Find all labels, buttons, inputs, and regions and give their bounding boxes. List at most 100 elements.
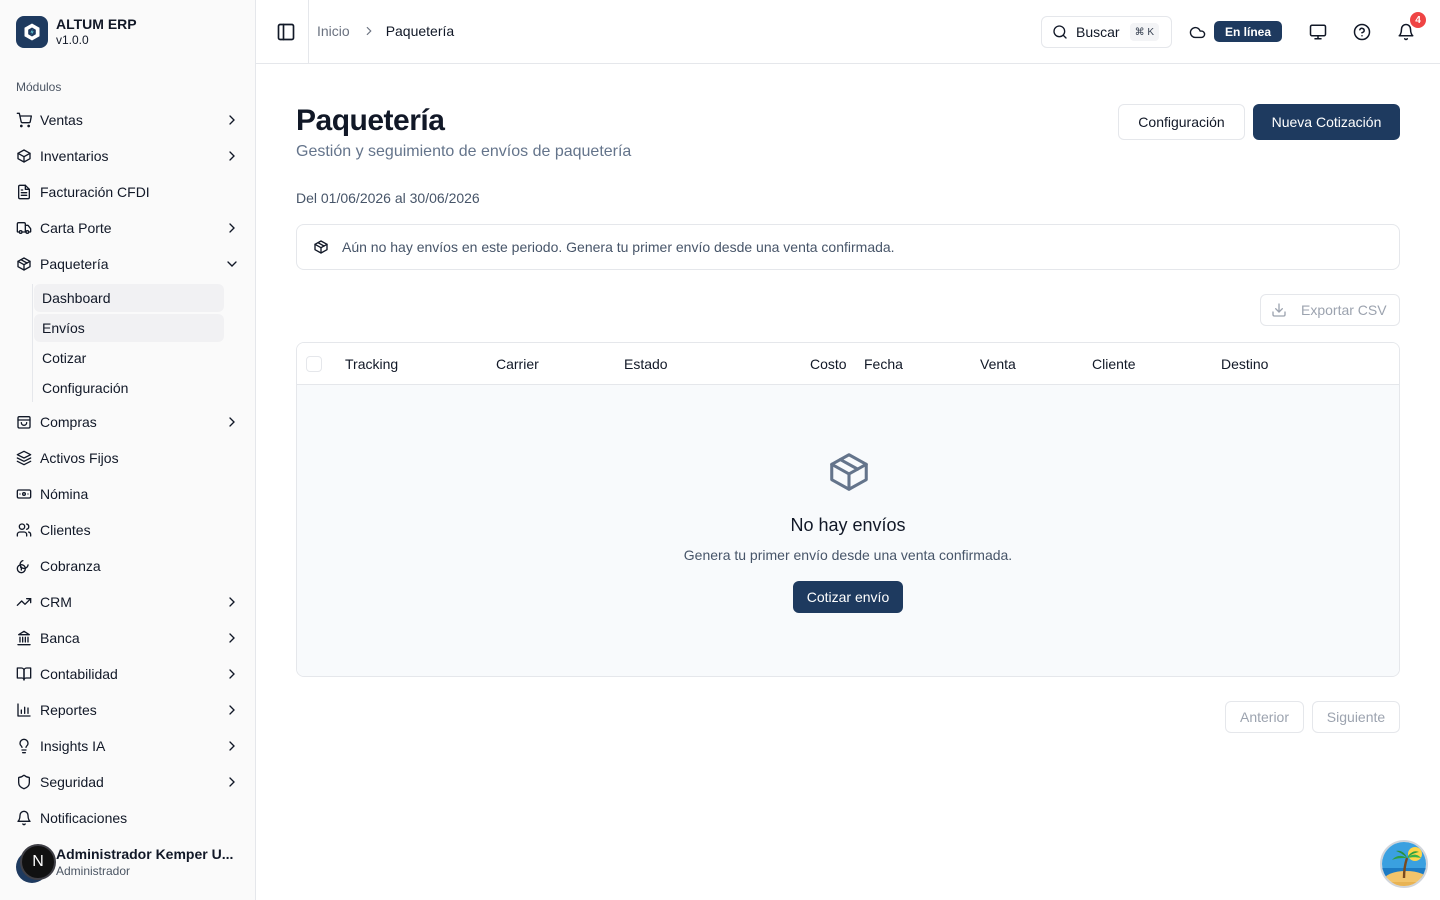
column-header-costo[interactable]: Costo [810, 356, 847, 372]
brand[interactable]: ALTUM ERP v1.0.0 [16, 16, 137, 48]
avatar-initial: N [20, 843, 56, 880]
sidebar-item-compras[interactable]: Compras [8, 404, 248, 440]
user-role: Administrador [56, 864, 131, 878]
column-header-estado[interactable]: Estado [624, 356, 668, 372]
sidebar-item-insights-ia[interactable]: Insights IA [8, 728, 248, 764]
search-shortcut: ⌘ K [1129, 23, 1160, 41]
chevron-right-icon [229, 633, 235, 643]
lightbulb-icon [19, 738, 29, 754]
sidebar-item-label: CRM [40, 594, 72, 610]
chevron-right-icon [229, 777, 235, 787]
column-header-fecha[interactable]: Fecha [864, 356, 903, 372]
modules-section-label: Módulos [16, 80, 62, 94]
package-icon [830, 453, 868, 491]
chevron-right-icon [229, 151, 235, 161]
monitor-icon[interactable] [1309, 23, 1327, 41]
sidebar-item-nomina[interactable]: Nómina [8, 476, 248, 512]
subnav-item-dashboard[interactable]: Dashboard [34, 284, 224, 312]
sidebar-item-notificaciones[interactable]: Notificaciones [8, 800, 248, 836]
sidebar-item-carta-porte[interactable]: Carta Porte [8, 210, 248, 246]
sidebar-item-reportes[interactable]: Reportes [8, 692, 248, 728]
sidebar-item-label: Seguridad [40, 774, 104, 790]
sidebar-item-crm[interactable]: CRM [8, 584, 248, 620]
new-quote-button[interactable]: Nueva Cotización [1253, 104, 1400, 140]
sidebar-item-label: Notificaciones [40, 810, 128, 826]
top-header: Inicio Paquetería Buscar ⌘ K En línea 4 [256, 0, 1440, 64]
next-page-button[interactable]: Siguiente [1312, 701, 1400, 733]
sidebar-item-ventas[interactable]: Ventas [8, 102, 248, 138]
subnav-item-envios[interactable]: Envíos [34, 314, 224, 342]
chevron-right-icon [229, 223, 235, 233]
subnav-item-cotizar[interactable]: Cotizar [34, 344, 224, 372]
previous-page-button[interactable]: Anterior [1225, 701, 1304, 733]
column-header-cliente[interactable]: Cliente [1092, 356, 1136, 372]
sidebar-item-clientes[interactable]: Clientes [8, 512, 248, 548]
sidebar-toggle-icon[interactable] [276, 22, 296, 42]
package-icon [17, 149, 31, 163]
notification-count-badge: 4 [1410, 12, 1426, 28]
sidebar-item-cobranza[interactable]: Cobranza [8, 548, 248, 584]
layers-icon [16, 450, 32, 466]
book-open-icon [16, 667, 32, 681]
column-header-tracking[interactable]: Tracking [345, 356, 398, 372]
column-header-carrier[interactable]: Carrier [496, 356, 539, 372]
sidebar-item-seguridad[interactable]: Seguridad [8, 764, 248, 800]
empty-state-title: No hay envíos [790, 515, 906, 535]
table-header: Tracking Carrier Estado Costo Fecha Vent… [297, 343, 1399, 385]
chevron-down-icon [227, 261, 237, 267]
date-range-label: Del 01/06/2026 al 30/06/2026 [296, 190, 480, 206]
altum-logo-icon [16, 16, 48, 48]
configuration-button[interactable]: Configuración [1118, 104, 1245, 140]
users-icon [16, 523, 32, 537]
alert-text: Aún no hay envíos en este periodo. Gener… [342, 239, 895, 255]
shield-icon [18, 774, 30, 790]
sidebar-item-inventarios[interactable]: Inventarios [8, 138, 248, 174]
sidebar-item-label: Contabilidad [40, 666, 118, 682]
search-icon [1053, 25, 1067, 39]
paqueteria-subnav: Dashboard Envíos Cotizar Configuración [32, 284, 224, 402]
sidebar-item-label: Reportes [40, 702, 97, 718]
file-text-icon [18, 184, 30, 200]
cart-icon [16, 112, 32, 128]
sidebar-item-label: Ventas [40, 112, 83, 128]
sidebar: ALTUM ERP v1.0.0 Módulos Ventas Inventar… [0, 0, 256, 900]
user-menu[interactable]: N Administrador Kemper U... Administrado… [16, 843, 241, 883]
chevron-right-icon [229, 417, 235, 427]
shipments-table: Tracking Carrier Estado Costo Fecha Vent… [296, 342, 1400, 677]
subnav-item-configuracion[interactable]: Configuración [34, 374, 224, 402]
select-all-checkbox[interactable] [306, 356, 322, 372]
sidebar-item-label: Carta Porte [40, 220, 112, 236]
coins-icon [16, 560, 29, 574]
sidebar-item-facturacion[interactable]: Facturación CFDI [8, 174, 248, 210]
sidebar-item-label: Clientes [40, 522, 91, 538]
sidebar-item-activos-fijos[interactable]: Activos Fijos [8, 440, 248, 476]
column-header-destino[interactable]: Destino [1221, 356, 1268, 372]
sidebar-item-label: Inventarios [40, 148, 109, 164]
bank-icon [17, 630, 31, 646]
chevron-right-icon [229, 597, 235, 607]
sidebar-item-label: Paquetería [40, 256, 109, 272]
search-button[interactable]: Buscar ⌘ K [1041, 16, 1172, 48]
status-badge: En línea [1214, 21, 1283, 42]
sidebar-nav: Ventas Inventarios Facturación CFDI Cart… [8, 102, 248, 836]
sidebar-item-banca[interactable]: Banca [8, 620, 248, 656]
export-csv-button[interactable]: Exportar CSV [1260, 294, 1400, 326]
sidebar-item-paqueteria[interactable]: Paquetería [8, 246, 248, 282]
beach-island-icon [1382, 842, 1426, 886]
breadcrumb: Inicio Paquetería [317, 23, 454, 39]
sidebar-item-contabilidad[interactable]: Contabilidad [8, 656, 248, 692]
package-icon [314, 240, 328, 254]
search-label: Buscar [1076, 24, 1120, 40]
column-header-venta[interactable]: Venta [980, 356, 1016, 372]
assistant-fab-button[interactable] [1380, 840, 1428, 888]
page-subtitle: Gestión y seguimiento de envíos de paque… [296, 143, 632, 160]
chevron-right-icon [366, 26, 372, 36]
breadcrumb-home-link[interactable]: Inicio [317, 23, 350, 39]
help-icon[interactable] [1353, 23, 1371, 41]
sidebar-item-label: Insights IA [40, 738, 106, 754]
chevron-right-icon [229, 705, 235, 715]
table-body-empty-state: No hay envíos Genera tu primer envío des… [297, 385, 1399, 676]
header-divider [308, 0, 309, 64]
quote-shipment-button[interactable]: Cotizar envío [793, 581, 903, 613]
truck-icon [16, 222, 32, 234]
